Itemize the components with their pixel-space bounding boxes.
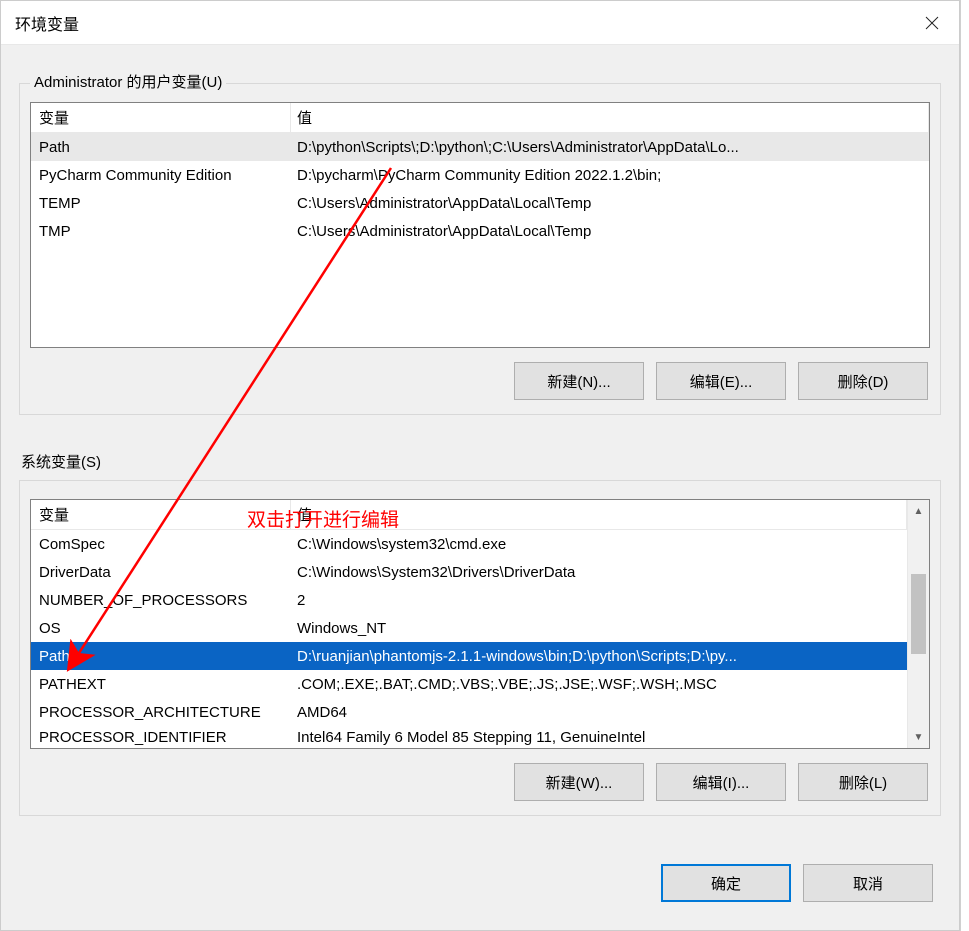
user-vars-legend: Administrator 的用户变量(U) [30, 71, 226, 92]
var-value: D:\ruanjian\phantomjs-2.1.1-windows\bin;… [291, 648, 907, 665]
user-header-var[interactable]: 变量 [31, 103, 291, 132]
table-row[interactable]: NUMBER_OF_PROCESSORS 2 [31, 586, 907, 614]
var-value: C:\Users\Administrator\AppData\Local\Tem… [291, 195, 929, 212]
var-value: 2 [291, 592, 907, 609]
table-row[interactable]: TMP C:\Users\Administrator\AppData\Local… [31, 217, 929, 245]
table-row[interactable]: PROCESSOR_ARCHITECTURE AMD64 [31, 698, 907, 726]
var-name: NUMBER_OF_PROCESSORS [31, 592, 291, 609]
table-row[interactable]: ComSpec C:\Windows\system32\cmd.exe [31, 530, 907, 558]
var-name: OS [31, 620, 291, 637]
var-value: C:\Windows\system32\cmd.exe [291, 536, 907, 553]
var-value: Windows_NT [291, 620, 907, 637]
sys-header-var[interactable]: 变量 [31, 500, 291, 529]
user-vars-group: Administrator 的用户变量(U) 变量 值 Path D:\pyth… [19, 83, 941, 415]
sys-vars-group: 变量 值 ComSpec C:\Windows\system32\cmd.exe… [19, 480, 941, 816]
table-row[interactable]: PyCharm Community Edition D:\pycharm\PyC… [31, 161, 929, 189]
close-icon [925, 16, 939, 30]
sys-list-header: 变量 值 [31, 500, 907, 530]
user-edit-button[interactable]: 编辑(E)... [656, 362, 786, 400]
scroll-up-icon[interactable]: ▲ [908, 500, 929, 522]
close-button[interactable] [904, 1, 959, 45]
var-value: AMD64 [291, 704, 907, 721]
var-name: PROCESSOR_IDENTIFIER [31, 729, 291, 746]
scroll-down-icon[interactable]: ▼ [908, 726, 929, 748]
titlebar: 环境变量 [1, 1, 959, 45]
var-value: .COM;.EXE;.BAT;.CMD;.VBS;.VBE;.JS;.JSE;.… [291, 676, 907, 693]
sys-scrollbar[interactable]: ▲ ▼ [907, 500, 929, 748]
right-edge [960, 0, 969, 931]
var-value: D:\pycharm\PyCharm Community Edition 202… [291, 167, 929, 184]
var-name: ComSpec [31, 536, 291, 553]
table-row[interactable]: DriverData C:\Windows\System32\Drivers\D… [31, 558, 907, 586]
dialog-content: Administrator 的用户变量(U) 变量 值 Path D:\pyth… [1, 45, 959, 920]
user-vars-list[interactable]: 变量 值 Path D:\python\Scripts\;D:\python\;… [30, 102, 930, 348]
var-value: C:\Windows\System32\Drivers\DriverData [291, 564, 907, 581]
ok-button[interactable]: 确定 [661, 864, 791, 902]
table-row[interactable]: PROCESSOR_IDENTIFIER Intel64 Family 6 Mo… [31, 726, 907, 748]
sys-vars-list[interactable]: 变量 值 ComSpec C:\Windows\system32\cmd.exe… [30, 499, 930, 749]
user-vars-buttons: 新建(N)... 编辑(E)... 删除(D) [30, 362, 930, 400]
sys-header-val[interactable]: 值 [291, 500, 907, 529]
var-name: PyCharm Community Edition [31, 167, 291, 184]
table-row[interactable]: PATHEXT .COM;.EXE;.BAT;.CMD;.VBS;.VBE;.J… [31, 670, 907, 698]
dialog-title: 环境变量 [15, 11, 79, 35]
table-row-selected[interactable]: Path D:\ruanjian\phantomjs-2.1.1-windows… [31, 642, 907, 670]
dialog-buttons: 确定 取消 [19, 864, 941, 902]
cancel-button[interactable]: 取消 [803, 864, 933, 902]
var-name: TEMP [31, 195, 291, 212]
sys-vars-legend: 系统变量(S) [19, 451, 941, 472]
var-name: Path [31, 648, 291, 665]
user-delete-button[interactable]: 删除(D) [798, 362, 928, 400]
var-value: C:\Users\Administrator\AppData\Local\Tem… [291, 223, 929, 240]
user-new-button[interactable]: 新建(N)... [514, 362, 644, 400]
table-row[interactable]: OS Windows_NT [31, 614, 907, 642]
table-row[interactable]: Path D:\python\Scripts\;D:\python\;C:\Us… [31, 133, 929, 161]
sys-vars-buttons: 新建(W)... 编辑(I)... 删除(L) [30, 763, 930, 801]
env-vars-dialog: 环境变量 Administrator 的用户变量(U) 变量 值 Path D:… [0, 0, 960, 931]
sys-delete-button[interactable]: 删除(L) [798, 763, 928, 801]
var-name: Path [31, 139, 291, 156]
scroll-thumb[interactable] [911, 574, 926, 654]
var-name: TMP [31, 223, 291, 240]
table-row[interactable]: TEMP C:\Users\Administrator\AppData\Loca… [31, 189, 929, 217]
sys-edit-button[interactable]: 编辑(I)... [656, 763, 786, 801]
var-name: PROCESSOR_ARCHITECTURE [31, 704, 291, 721]
user-list-header: 变量 值 [31, 103, 929, 133]
scroll-track[interactable] [908, 522, 929, 726]
user-header-val[interactable]: 值 [291, 103, 929, 132]
var-value: D:\python\Scripts\;D:\python\;C:\Users\A… [291, 139, 929, 156]
var-name: DriverData [31, 564, 291, 581]
var-name: PATHEXT [31, 676, 291, 693]
sys-new-button[interactable]: 新建(W)... [514, 763, 644, 801]
var-value: Intel64 Family 6 Model 85 Stepping 11, G… [291, 729, 907, 746]
